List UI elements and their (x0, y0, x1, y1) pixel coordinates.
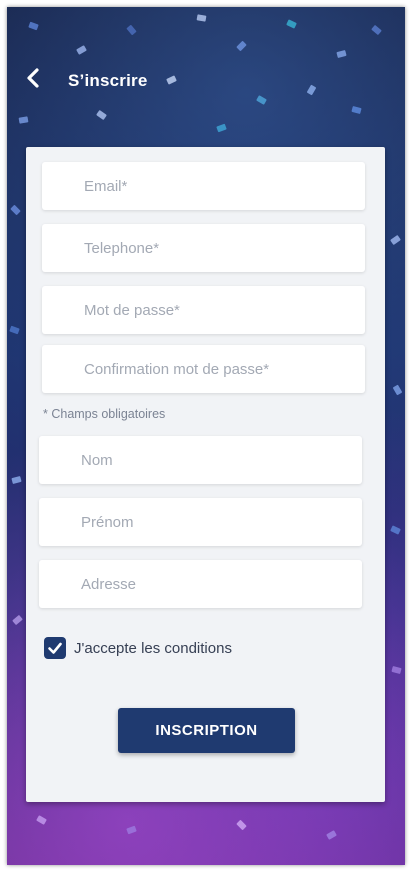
adresse-field-container (39, 560, 362, 608)
signup-form-card: * Champs obligatoires J'accepte les cond… (26, 147, 385, 802)
telephone-field[interactable] (42, 224, 365, 272)
adresse-field[interactable] (39, 560, 362, 608)
nom-field[interactable] (39, 436, 362, 484)
telephone-field-container (42, 224, 365, 272)
prenom-field[interactable] (39, 498, 362, 546)
email-field[interactable] (42, 162, 365, 210)
terms-checkbox[interactable] (44, 637, 66, 659)
top-bar: S’inscrire (7, 61, 405, 97)
confirm-password-field[interactable] (42, 345, 365, 393)
nom-field-container (39, 436, 362, 484)
prenom-field-container (39, 498, 362, 546)
page-title: S’inscrire (68, 71, 148, 90)
required-fields-note: * Champs obligatoires (43, 407, 166, 421)
checkmark-icon (48, 642, 62, 654)
password-field[interactable] (42, 286, 365, 334)
app-screen: S’inscrire * Champs obligatoires (7, 7, 405, 865)
email-field-container (42, 162, 365, 210)
inscription-button[interactable]: INSCRIPTION (118, 708, 295, 753)
confirm-password-field-container (42, 345, 365, 393)
terms-label[interactable]: J'accepte les conditions (74, 640, 232, 657)
chevron-left-icon[interactable] (23, 67, 45, 89)
password-field-container (42, 286, 365, 334)
